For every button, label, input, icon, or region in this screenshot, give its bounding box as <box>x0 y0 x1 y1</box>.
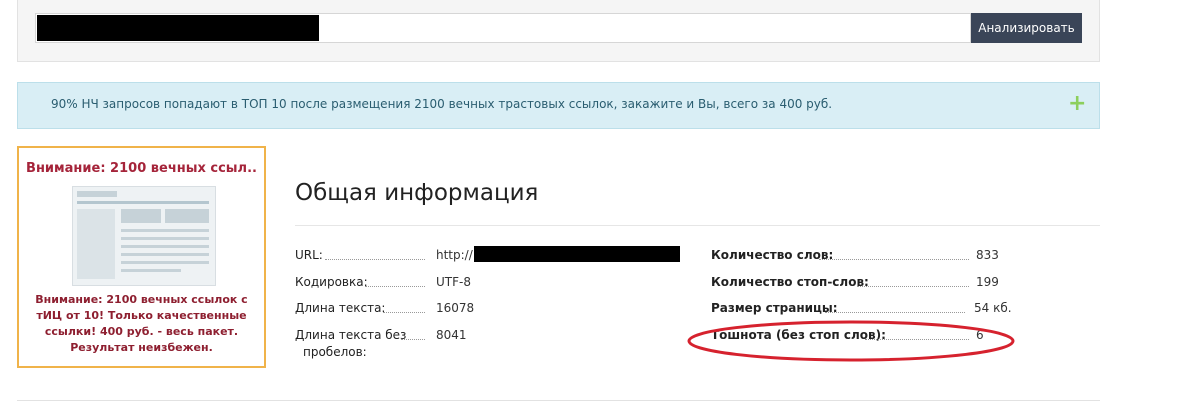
info-value: 199 <box>976 275 999 289</box>
info-label: Количество стоп-слов: <box>711 275 869 289</box>
promo-banner[interactable]: 90% НЧ запросов попадают в ТОП 10 после … <box>17 82 1100 129</box>
ad-title[interactable]: Внимание: 2100 вечных ссыл.. <box>19 161 264 176</box>
url-input[interactable] <box>35 13 971 43</box>
info-label: Размер страницы: <box>711 301 838 315</box>
info-label: Кодировка: <box>295 275 368 289</box>
ad-block[interactable]: Внимание: 2100 вечных ссыл.. Внимание: 2… <box>17 146 266 368</box>
ad-body-text[interactable]: Внимание: 2100 вечных ссылок с тИЦ от 10… <box>25 292 258 356</box>
info-value: 16078 <box>436 301 475 315</box>
info-value: 54 кб. <box>974 301 1012 315</box>
url-panel: Анализировать <box>17 0 1100 62</box>
info-label: Длина текста: <box>295 301 386 315</box>
section-title: Общая информация <box>295 180 539 206</box>
promo-text: 90% НЧ запросов попадают в ТОП 10 после … <box>51 97 833 111</box>
ad-thumbnail-image[interactable] <box>72 186 216 286</box>
info-value: 833 <box>976 248 999 262</box>
info-value: 8041 <box>436 328 467 342</box>
analyze-button[interactable]: Анализировать <box>971 13 1082 43</box>
info-label: URL: <box>295 248 323 262</box>
plus-icon[interactable]: + <box>1068 92 1086 116</box>
divider <box>17 400 1100 401</box>
divider <box>295 225 1100 226</box>
redacted-url <box>37 15 319 41</box>
info-label: Количество слов: <box>711 248 834 262</box>
info-label: пробелов: <box>303 345 367 359</box>
redacted-url-value <box>474 246 680 262</box>
info-value: http:// <box>436 246 680 262</box>
info-value: UTF-8 <box>436 275 471 289</box>
info-label: Длина текста без <box>295 328 407 342</box>
highlight-ellipse <box>687 320 1015 362</box>
